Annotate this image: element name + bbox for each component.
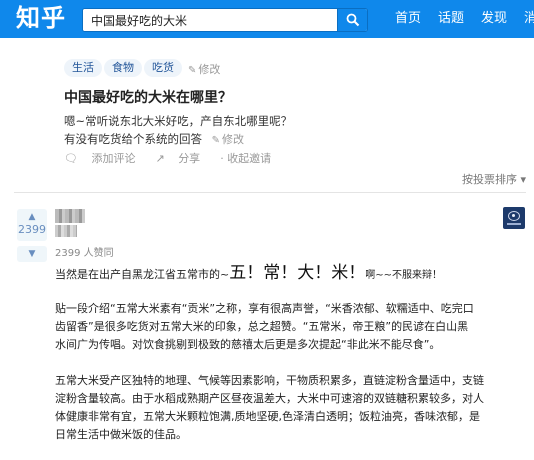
answer-p2-line: 日常生活中做米饭的佳品。 bbox=[55, 428, 187, 441]
question-desc-line-2: 有没有吃货给个系统的回答 ✎ 修改 bbox=[64, 130, 244, 150]
answer-paragraph-1: 贴一段介绍“五常大米素有“贡米”之称，享有很高声誉，“米香浓郁、软糯适中、吃完口… bbox=[55, 300, 525, 354]
sort-label: 按投票排序 bbox=[461, 173, 517, 186]
answer-p1-line: 水间广为传唱。对饮食挑剔到极致的慈禧太后更是多次提起“非此米不能尽食”。 bbox=[55, 338, 441, 351]
author-bio-blurred bbox=[55, 225, 77, 237]
edit-topics-label: 修改 bbox=[198, 63, 221, 76]
search-button[interactable] bbox=[337, 9, 367, 31]
chevron-down-icon: ▾ bbox=[520, 173, 526, 186]
upvote-button[interactable]: ▲ 2399 bbox=[17, 209, 47, 241]
author-avatar[interactable] bbox=[503, 207, 525, 229]
topic-tag-food[interactable]: 食物 bbox=[104, 59, 142, 77]
pencil-icon: ✎ bbox=[188, 65, 197, 76]
answer-lead-emphasis: 五！常！大！米！ bbox=[229, 263, 366, 283]
question-desc-text: 有没有吃货给个系统的回答 bbox=[64, 132, 202, 146]
edit-question-link[interactable]: ✎ 修改 bbox=[212, 133, 244, 146]
edit-question-label: 修改 bbox=[222, 133, 245, 146]
answer-p2-line: 淀粉含量较高。由于水稻成熟期产区昼夜温差大，大米中可速溶的双链糖积累较多，对人 bbox=[55, 392, 484, 405]
answer-p2-line: 体健康非常有宜，五常大米颗粒饱满,质地坚硬,色泽清白透明；饭粒油亮，香味浓郁，是 bbox=[55, 410, 480, 423]
nav-discover[interactable]: 发现 bbox=[481, 10, 507, 28]
nav-topics[interactable]: 话题 bbox=[438, 10, 464, 28]
answer-p2-line: 五常大米受产区独特的地理、气候等因素影响，干物质积累多，直链淀粉含量适中，支链 bbox=[55, 374, 484, 387]
search-box bbox=[82, 8, 368, 32]
comment-icon: 🗨 bbox=[64, 152, 78, 165]
site-logo[interactable]: 知乎 bbox=[16, 3, 66, 33]
answer-lead-pre: 当然是在出产自黑龙江省五常市的~ bbox=[55, 268, 230, 281]
share-label: 分享 bbox=[178, 152, 201, 165]
divider bbox=[14, 192, 526, 193]
question-desc-line-1: 嗯~常听说东北大米好吃，产自东北哪里呢？ bbox=[64, 114, 293, 128]
downvote-button[interactable]: ▼ bbox=[17, 246, 47, 262]
triangle-down-icon: ▼ bbox=[28, 249, 36, 259]
add-comment-button[interactable]: 🗨 添加评论 bbox=[64, 152, 145, 165]
topic-tag-foodie[interactable]: 吃货 bbox=[144, 59, 182, 77]
avatar-dot bbox=[512, 214, 515, 217]
answer-p1-line: 齿留香”是很多吃货对五常大米的印象，总之超赞。“五常米，帝王粮”的民谚在白山黑 bbox=[55, 320, 469, 333]
avatar-bar bbox=[507, 223, 521, 225]
pencil-icon: ✎ bbox=[211, 135, 221, 146]
triangle-up-icon: ▲ bbox=[28, 212, 36, 222]
answer-p1-line: 贴一段介绍“五常大米素有“贡米”之称，享有很高声誉，“米香浓郁、软糯适中、吃完口 bbox=[55, 302, 474, 315]
collapse-invite-label: 收起邀请 bbox=[227, 152, 272, 165]
vote-count-summary[interactable]: 2399 人赞同 bbox=[55, 247, 114, 261]
share-button[interactable]: ↗ 分享 bbox=[155, 152, 210, 165]
top-navbar: 知乎 首页 话题 发现 消 bbox=[0, 0, 534, 38]
edit-topics-link[interactable]: ✎ 修改 bbox=[188, 61, 220, 77]
question-title: 中国最好吃的大米在哪里？ bbox=[64, 90, 232, 106]
author-name-blurred[interactable] bbox=[55, 209, 85, 223]
nav-messages[interactable]: 消 bbox=[524, 10, 534, 28]
search-icon bbox=[346, 13, 360, 27]
add-comment-label: 添加评论 bbox=[91, 152, 136, 165]
nav-home[interactable]: 首页 bbox=[395, 10, 421, 28]
search-input[interactable] bbox=[83, 9, 337, 31]
answer-paragraph-2: 五常大米受产区独特的地理、气候等因素影响，干物质积累多，直链淀粉含量适中，支链 … bbox=[55, 372, 525, 444]
share-icon: ↗ bbox=[155, 152, 165, 165]
upvote-count: 2399 bbox=[18, 223, 46, 236]
sort-dropdown[interactable]: 按投票排序 ▾ bbox=[462, 172, 526, 188]
topic-tag-life[interactable]: 生活 bbox=[64, 59, 102, 77]
question-actions: 🗨 添加评论 ↗ 分享 · 收起邀请 bbox=[64, 151, 291, 167]
answer-lead-post: 啊~~不服来辩！ bbox=[365, 270, 442, 281]
answer-lead: 当然是在出产自黑龙江省五常市的~五！常！大！米！啊~~不服来辩！ bbox=[55, 262, 442, 287]
collapse-invite-button[interactable]: · 收起邀请 bbox=[220, 152, 281, 165]
